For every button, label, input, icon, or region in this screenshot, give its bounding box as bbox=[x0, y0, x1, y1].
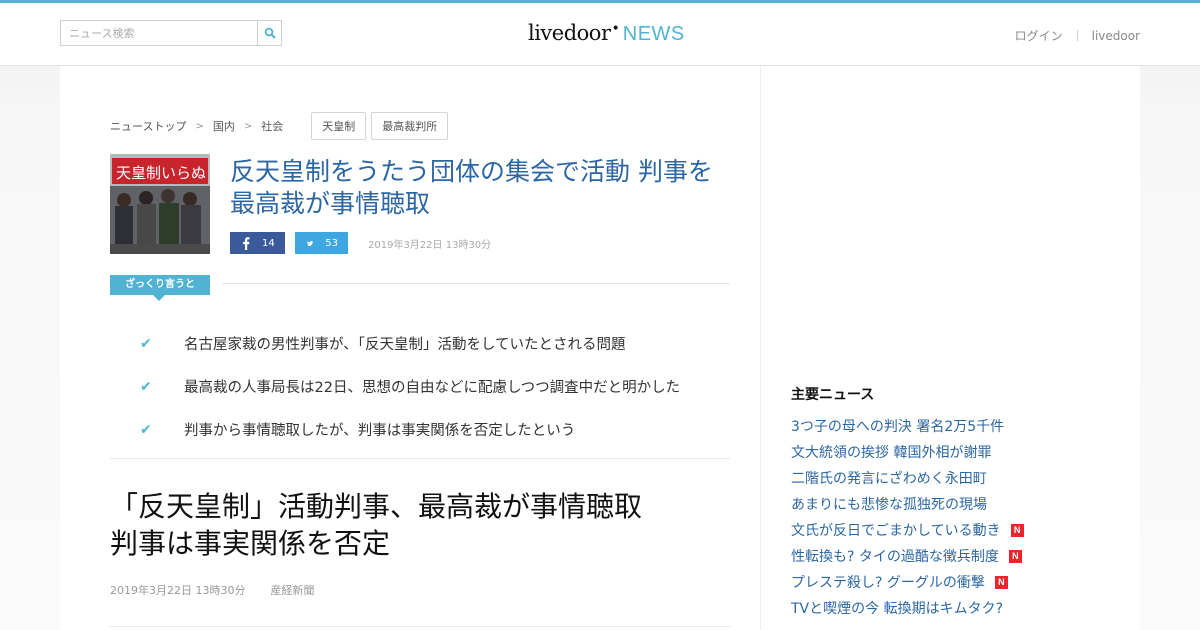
twitter-count: 53 bbox=[325, 237, 338, 249]
check-icon: ✔ bbox=[140, 421, 152, 438]
summary-label: ざっくり言うと bbox=[110, 275, 210, 295]
tag-emperor-system[interactable]: 天皇制 bbox=[311, 112, 367, 140]
article-meta: 2019年3月22日 13時30分 産経新聞 bbox=[110, 582, 314, 598]
site-logo[interactable]: livedoor • NEWS bbox=[528, 21, 685, 49]
chevron-right-icon: > bbox=[195, 120, 204, 132]
new-badge: N bbox=[1008, 549, 1022, 563]
summary-point: ✔ 判事から事情聴取したが、判事は事実関係を否定したという bbox=[140, 408, 680, 451]
breadcrumb-news-top[interactable]: ニューストップ bbox=[110, 118, 186, 134]
breadcrumb-domestic[interactable]: 国内 bbox=[213, 118, 235, 134]
summary-point-text: 最高裁の人事局長は22日、思想の自由などに配慮しつつ調査中だと明かした bbox=[184, 380, 681, 396]
article-source[interactable]: 産経新聞 bbox=[270, 582, 314, 598]
logo-news: NEWS bbox=[622, 23, 685, 45]
header-links: ログイン livedoor bbox=[1015, 27, 1140, 44]
livedoor-link[interactable]: livedoor bbox=[1092, 29, 1140, 43]
twitter-share-button[interactable]: 53 bbox=[295, 232, 348, 254]
login-link[interactable]: ログイン bbox=[1015, 27, 1063, 44]
facebook-count: 14 bbox=[262, 237, 275, 249]
search-button[interactable] bbox=[257, 20, 282, 46]
summary-point-text: 判事から事情聴取したが、判事は事実関係を否定したという bbox=[184, 423, 576, 439]
site-header: livedoor • NEWS ログイン livedoor bbox=[0, 3, 1200, 66]
sidebar: 主要ニュース 3つ子の母への判決 署名2万5千件 文大統領の挨拶 韓国外相が謝罪… bbox=[760, 66, 1140, 630]
top-news-item[interactable]: TVと喫煙の今 転換期はキムタク? bbox=[791, 595, 1024, 621]
new-badge: N bbox=[994, 575, 1008, 589]
search-input[interactable] bbox=[60, 20, 258, 46]
twitter-icon bbox=[307, 240, 314, 246]
article-date-secondary: 2019年3月22日 13時30分 bbox=[110, 584, 246, 597]
search-icon bbox=[264, 27, 276, 39]
top-news-link[interactable]: 二階氏の発言にざわめく永田町 bbox=[791, 468, 987, 488]
top-news-item[interactable]: あまりにも悲惨な孤独死の現場 bbox=[791, 491, 1024, 517]
header-divider bbox=[1076, 30, 1078, 41]
facebook-icon bbox=[243, 236, 250, 250]
top-news-list: 3つ子の母への判決 署名2万5千件 文大統領の挨拶 韓国外相が謝罪 二階氏の発言… bbox=[791, 413, 1024, 621]
top-news-item[interactable]: 性転換も? タイの過酷な徴兵制度 N bbox=[791, 543, 1024, 569]
summary-divider bbox=[222, 283, 730, 284]
logo-dot: • bbox=[611, 21, 620, 37]
summary-point: ✔ 最高裁の人事局長は22日、思想の自由などに配慮しつつ調査中だと明かした bbox=[140, 365, 680, 408]
summary-point: ✔ 名古屋家裁の男性判事が、「反天皇制」活動をしていたとされる問題 bbox=[140, 322, 680, 365]
top-news-link[interactable]: あまりにも悲惨な孤独死の現場 bbox=[791, 494, 987, 514]
top-news-link[interactable]: 文大統領の挨拶 韓国外相が謝罪 bbox=[791, 442, 991, 462]
svg-text:天皇制いらぬ: 天皇制いらぬ bbox=[116, 164, 206, 182]
top-news-link[interactable]: TVと喫煙の今 転換期はキムタク? bbox=[791, 598, 1003, 618]
chevron-right-icon: > bbox=[243, 120, 253, 132]
article-headline[interactable]: 反天皇制をうたう団体の集会で活動 判事を最高裁が事情聴取 bbox=[230, 156, 730, 220]
top-news-link[interactable]: 3つ子の母への判決 署名2万5千件 bbox=[791, 416, 1004, 436]
logo-livedoor: livedoor bbox=[528, 21, 611, 45]
top-news-title: 主要ニュース bbox=[791, 387, 875, 403]
summary-points: ✔ 名古屋家裁の男性判事が、「反天皇制」活動をしていたとされる問題 ✔ 最高裁の… bbox=[140, 322, 680, 451]
top-news-link[interactable]: 性転換も? タイの過酷な徴兵制度 bbox=[791, 546, 999, 566]
protest-photo-image: 天皇制いらぬ bbox=[110, 154, 210, 254]
top-news-item[interactable]: 文氏が反日でごまかしている動き N bbox=[791, 517, 1024, 543]
summary-point-text: 名古屋家裁の男性判事が、「反天皇制」活動をしていたとされる問題 bbox=[184, 337, 626, 353]
top-news-item[interactable]: プレステ殺し? グーグルの衝撃 N bbox=[791, 569, 1024, 595]
article-column: ニューストップ > 国内 > 社会 天皇制 最高裁判所 天皇制いらぬ 反天皇制を… bbox=[60, 66, 760, 630]
facebook-share-button[interactable]: 14 bbox=[230, 232, 285, 254]
top-news-item[interactable]: 文大統領の挨拶 韓国外相が謝罪 bbox=[791, 439, 1024, 465]
section-divider bbox=[110, 626, 730, 627]
top-news-link[interactable]: 文氏が反日でごまかしている動き bbox=[791, 520, 1001, 540]
breadcrumb: ニューストップ > 国内 > 社会 天皇制 最高裁判所 bbox=[110, 112, 449, 140]
social-share-bar: 14 53 2019年3月22日 13時30分 bbox=[230, 232, 491, 254]
top-news-item[interactable]: 二階氏の発言にざわめく永田町 bbox=[791, 465, 1024, 491]
section-divider bbox=[110, 458, 730, 459]
summary-label-tail bbox=[153, 295, 165, 301]
breadcrumb-society[interactable]: 社会 bbox=[261, 118, 283, 134]
top-news-item[interactable]: 3つ子の母への判決 署名2万5千件 bbox=[791, 413, 1024, 439]
tag-supreme-court[interactable]: 最高裁判所 bbox=[371, 112, 449, 140]
article-thumbnail[interactable]: 天皇制いらぬ bbox=[110, 154, 210, 254]
top-news-link[interactable]: プレステ殺し? グーグルの衝撃 bbox=[791, 572, 985, 592]
article-date: 2019年3月22日 13時30分 bbox=[368, 239, 492, 251]
new-badge: N bbox=[1010, 523, 1024, 537]
check-icon: ✔ bbox=[140, 335, 152, 352]
check-icon: ✔ bbox=[140, 378, 152, 395]
article-title: 「反天皇制」活動判事、最高裁が事情聴取 判事は事実関係を否定 bbox=[110, 490, 643, 560]
